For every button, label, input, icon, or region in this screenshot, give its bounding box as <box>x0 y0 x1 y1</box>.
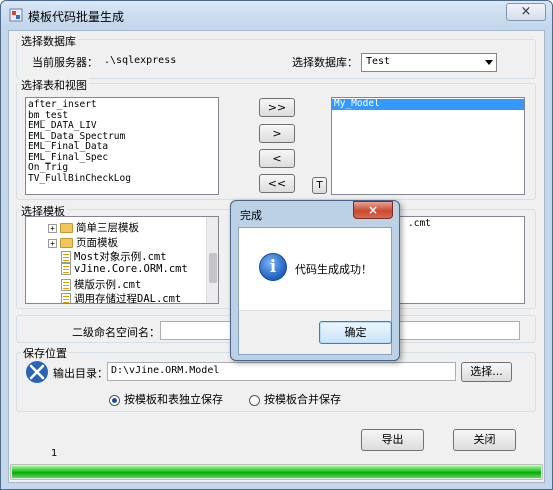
add-one-button[interactable]: > <box>259 124 295 143</box>
progress-bar <box>10 464 543 480</box>
namespace-label: 二级命名空间名： <box>72 326 160 339</box>
list-item[interactable]: EML_Final_Data <box>26 141 218 153</box>
tree-file[interactable]: 模版示例.cmt <box>61 277 141 292</box>
database-group-label: 选择数据库 <box>19 33 78 49</box>
expand-icon[interactable]: + <box>48 223 57 233</box>
t-button[interactable]: T <box>312 177 327 194</box>
radio-selected-icon[interactable] <box>109 394 120 406</box>
app-icon <box>9 8 23 22</box>
list-item[interactable]: My_Model <box>332 98 524 110</box>
folder-icon <box>60 238 73 248</box>
list-item[interactable]: EML_DATA_LIV <box>26 120 218 132</box>
tree-folder-label: 页面模板 <box>76 237 118 249</box>
dialog-close-button[interactable]: × <box>353 201 393 219</box>
tree-file-label: vJine.Core.ORM.cmt <box>74 263 188 275</box>
close-button[interactable]: 关闭 <box>453 429 516 451</box>
dialog-message: 代码生成成功！ <box>295 263 372 276</box>
title-bar[interactable]: 模板代码批量生成 × <box>1 1 552 29</box>
expand-icon[interactable]: + <box>48 238 57 248</box>
tree-file-label: Most对象示例.cmt <box>74 251 167 263</box>
chevron-down-icon <box>485 60 493 65</box>
dialog-footer: 确定 <box>239 310 392 354</box>
save-group-label: 保存位置 <box>21 345 69 361</box>
file-icon <box>61 263 71 275</box>
tables-group-label: 选择表和视图 <box>19 77 89 93</box>
tree-scrollbar[interactable] <box>206 217 218 303</box>
target-table-list[interactable]: My_Model <box>331 97 525 195</box>
folder-icon <box>60 223 73 233</box>
output-dir-label: 输出目录： <box>53 367 108 380</box>
tree-folder[interactable]: + 页面模板 <box>48 235 118 250</box>
tree-file[interactable]: vJine.Core.ORM.cmt <box>61 263 188 275</box>
list-item[interactable]: On_Trig <box>26 162 218 174</box>
template-tree[interactable]: + 简单三层模板 + 页面模板 Most对象示例.cmt vJine.Core.OR… <box>25 216 219 304</box>
export-button[interactable]: 导出 <box>361 429 424 451</box>
radio-separate[interactable]: 按模板和表独立保存 <box>109 391 223 407</box>
list-item[interactable]: after_insert <box>26 99 218 111</box>
info-icon: i <box>259 253 287 281</box>
db-select-label: 选择数据库： <box>292 56 358 69</box>
browse-button[interactable]: 选择... <box>461 362 512 382</box>
server-label: 当前服务器： <box>32 56 98 69</box>
tree-file-label: 模版示例.cmt <box>74 279 142 291</box>
ok-button[interactable]: 确定 <box>319 321 392 344</box>
remove-all-button[interactable]: << <box>259 174 295 193</box>
list-item[interactable]: TV_FullBinCheckLog <box>26 173 218 185</box>
progress-fill <box>12 466 541 478</box>
tree-file[interactable]: Most对象示例.cmt <box>61 249 167 264</box>
add-all-button[interactable]: >> <box>259 98 295 117</box>
file-icon <box>61 279 71 291</box>
database-select-value: Test <box>366 56 391 67</box>
dialog-body: i 代码生成成功！ 确定 <box>238 227 392 355</box>
tree-file-label: 调用存储过程DAL.cmt <box>74 293 182 304</box>
source-table-list[interactable]: after_insert bm_test EML_DATA_LIV EML_Da… <box>25 97 219 195</box>
scrollbar-thumb[interactable] <box>209 253 217 283</box>
completion-dialog: 完成 × i 代码生成成功！ 确定 <box>230 200 400 361</box>
remove-one-button[interactable]: < <box>259 149 295 168</box>
tools-icon <box>26 361 48 383</box>
radio-separate-label: 按模板和表独立保存 <box>124 393 223 406</box>
tree-folder[interactable]: + 简单三层模板 <box>48 220 139 235</box>
radio-unselected-icon[interactable] <box>249 394 260 406</box>
window-close-button[interactable]: × <box>506 3 546 21</box>
server-value: .\sqlexpress <box>104 55 177 66</box>
file-icon <box>61 251 71 263</box>
radio-merge[interactable]: 按模板合并保存 <box>249 391 341 407</box>
database-select[interactable]: Test <box>361 53 497 72</box>
output-dir-input[interactable]: D:\vJine.ORM.Model <box>107 362 456 381</box>
dialog-title: 完成 <box>240 209 262 222</box>
radio-merge-label: 按模板合并保存 <box>264 393 341 406</box>
file-icon <box>61 293 71 303</box>
tree-file[interactable]: 调用存储过程DAL.cmt <box>61 291 182 304</box>
tree-folder-label: 简单三层模板 <box>76 222 139 234</box>
status-count: 1 <box>51 448 58 459</box>
window-title: 模板代码批量生成 <box>28 10 125 24</box>
